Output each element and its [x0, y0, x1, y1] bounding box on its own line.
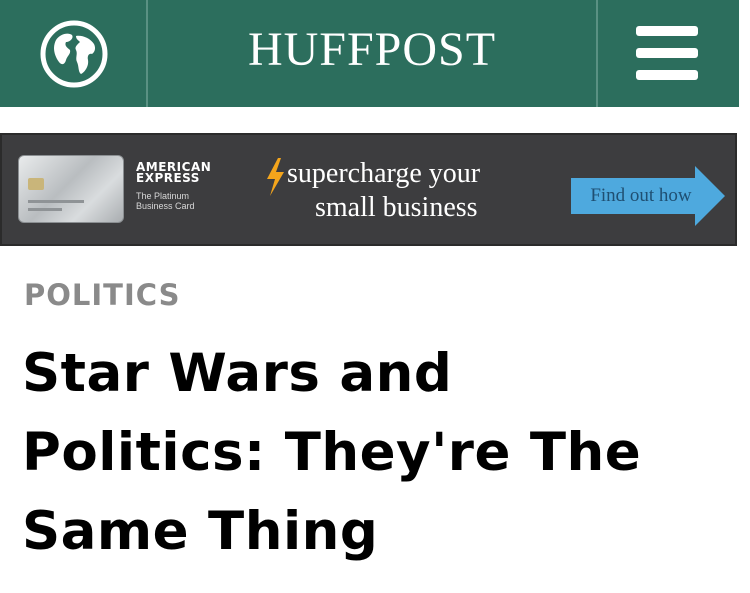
menu-bar-middle — [636, 48, 698, 58]
ad-brand-line2: EXPRESS — [136, 171, 200, 185]
ad-headline-line1: supercharge your — [287, 158, 481, 189]
menu-bar-top — [636, 26, 698, 36]
credit-card-image — [18, 155, 124, 223]
ad-card-name-line1: The Platinum — [136, 191, 190, 201]
ad-headline: supercharge your small business — [287, 157, 537, 225]
card-name-line — [28, 208, 62, 211]
headline-line1: Star Wars and — [22, 343, 453, 404]
ad-cta-label: Find out how — [590, 185, 692, 206]
site-logo[interactable]: HUFFPOST — [148, 20, 596, 80]
ad-find-out-how-button[interactable]: Find out how — [571, 166, 725, 226]
headline-line3: Same Thing — [22, 501, 379, 562]
lightning-bolt-icon — [267, 158, 284, 196]
article-headline: Star Wars and Politics: They're The Same… — [22, 334, 732, 571]
ad-headline-line2: small business — [315, 192, 478, 223]
ad-brand-name: AMERICAN EXPRESS — [136, 161, 211, 185]
ad-banner[interactable]: AMERICAN EXPRESS The Platinum Business C… — [0, 133, 737, 246]
section-label[interactable]: POLITICS — [24, 277, 180, 313]
globe-icon — [40, 20, 108, 88]
hamburger-menu-button[interactable] — [598, 0, 739, 107]
menu-bar-bottom — [636, 70, 698, 80]
site-header: HUFFPOST — [0, 0, 739, 107]
headline-line2: Politics: They're The — [22, 422, 642, 483]
edition-globe-button[interactable] — [0, 0, 146, 107]
card-chip — [28, 178, 44, 190]
card-number-line — [28, 200, 84, 203]
ad-card-name: The Platinum Business Card — [136, 191, 195, 211]
ad-card-name-line2: Business Card — [136, 201, 195, 211]
